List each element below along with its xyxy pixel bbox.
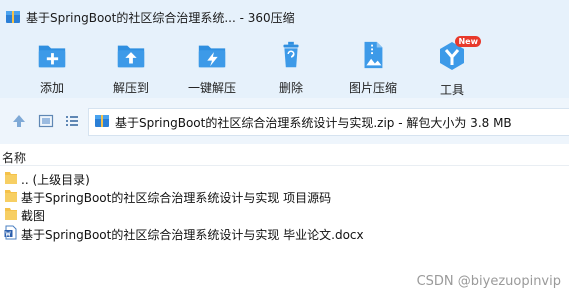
file-name: 截图 [21,209,46,223]
list-item-source-folder[interactable]: 基于SpringBoot的社区综合治理系统设计与实现 项目源码 [4,187,564,205]
file-name: .. (上级目录) [21,173,90,187]
address-bar[interactable]: 基于SpringBoot的社区综合治理系统设计与实现.zip - 解包大小为 3… [88,108,569,136]
list-item-thesis-docx[interactable]: 基于SpringBoot的社区综合治理系统设计与实现 毕业论文.docx [4,224,564,242]
toolbar: 添加 解压到 一键解压 删除 图片压缩 New 工具 [0,34,569,98]
add-button[interactable]: 添加 [17,36,87,96]
folder-icon [5,172,17,184]
one-click-extract-button[interactable]: 一键解压 [177,36,247,96]
extract-icon [117,45,145,68]
navigation-bar: 基于SpringBoot的社区综合治理系统设计与实现.zip - 解包大小为 3… [0,98,569,144]
title-bar: 基于SpringBoot的社区综合治理系统... - 360压缩 [0,0,569,34]
word-document-icon [4,225,17,240]
window-title: 基于SpringBoot的社区综合治理系统... - 360压缩 [26,11,295,25]
thumbnail-view-icon[interactable] [38,113,54,129]
delete-button[interactable]: 删除 [256,36,326,96]
tools-label: 工具 [439,83,464,97]
csdn-watermark: CSDN @biyezuopinvip [416,274,561,289]
new-badge: New [455,36,481,47]
address-text: 基于SpringBoot的社区综合治理系统设计与实现.zip - 解包大小为 3… [115,116,512,130]
delete-label: 删除 [278,81,303,95]
image-compress-button[interactable]: 图片压缩 [338,36,408,96]
archive-app-icon [6,11,20,23]
one-click-extract-label: 一键解压 [187,81,236,95]
add-label: 添加 [39,81,64,95]
folder-icon [5,208,17,220]
list-item-screenshots-folder[interactable]: 截图 [4,205,564,223]
file-name: 基于SpringBoot的社区综合治理系统设计与实现 项目源码 [21,191,332,205]
trash-icon [283,41,299,68]
tools-button[interactable]: New 工具 [417,36,487,97]
extract-to-label: 解压到 [112,81,149,95]
column-header-name[interactable]: 名称 [2,149,26,166]
folder-icon [5,190,17,202]
zip-file-icon [95,115,109,127]
header-divider [0,165,569,166]
file-name: 基于SpringBoot的社区综合治理系统设计与实现 毕业论文.docx [21,228,364,242]
image-compress-label: 图片压缩 [348,81,397,95]
extract-to-button[interactable]: 解压到 [96,36,166,96]
image-compress-icon [364,41,383,69]
list-item-parent-dir[interactable]: .. (上级目录) [4,169,564,187]
one-click-extract-icon [198,45,226,68]
up-arrow-icon[interactable] [11,113,27,129]
add-icon [38,45,66,68]
list-view-icon[interactable] [64,113,80,129]
